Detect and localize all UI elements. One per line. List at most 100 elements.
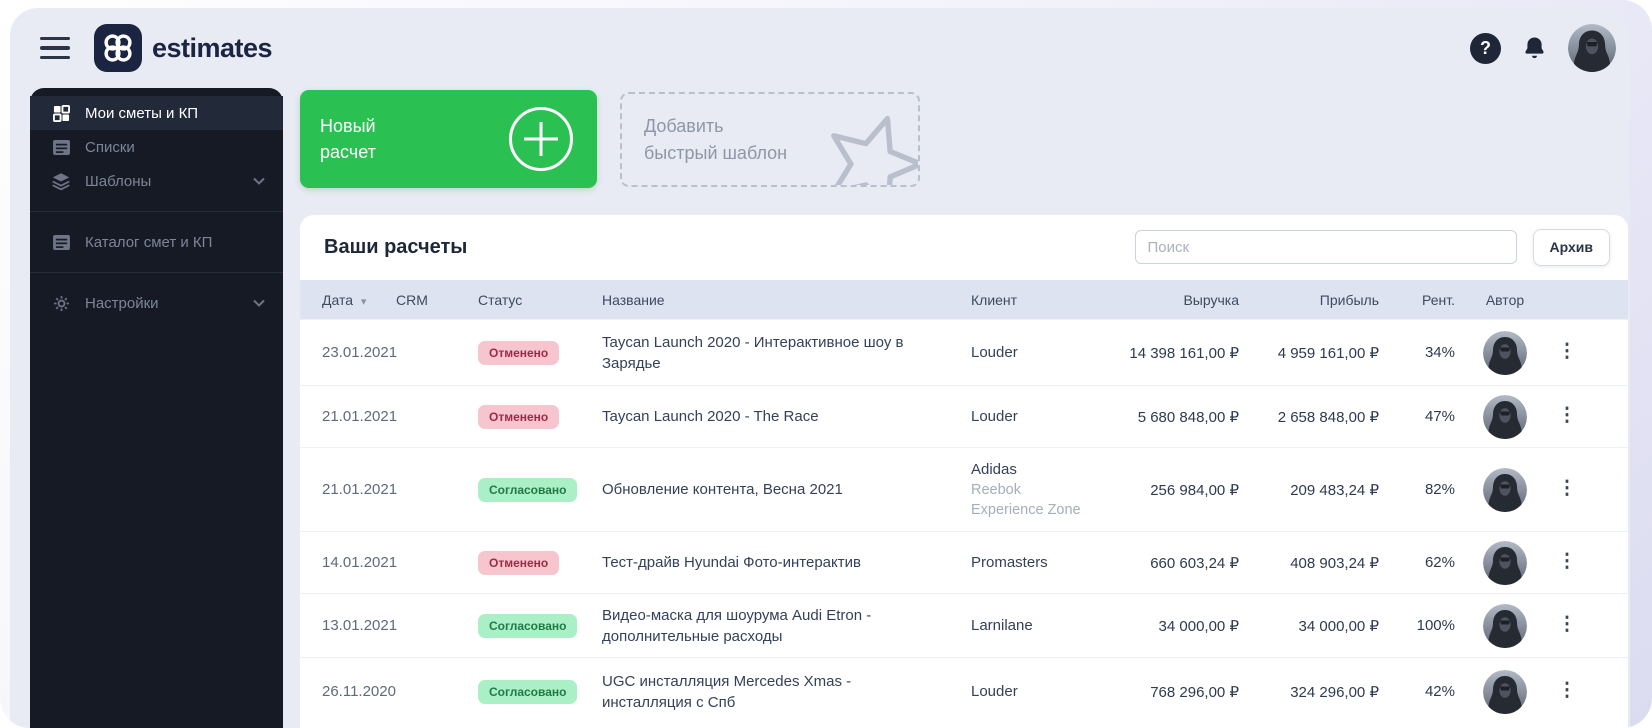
kebab-menu-icon[interactable]: ⋮	[1558, 478, 1577, 499]
row-profit: 324 296,00 ₽	[1247, 683, 1387, 701]
col-header-crm: CRM	[396, 292, 478, 308]
row-profit: 2 658 848,00 ₽	[1247, 408, 1387, 426]
sidebar-item-settings[interactable]: Настройки	[30, 286, 283, 320]
kebab-menu-icon[interactable]: ⋮	[1558, 680, 1577, 701]
row-rent: 62%	[1387, 554, 1463, 571]
col-header-client: Клиент	[947, 292, 1097, 308]
table-row[interactable]: 23.01.2021 Отменено Taycan Launch 2020 -…	[300, 319, 1628, 385]
sort-desc-icon: ▾	[361, 296, 367, 308]
row-profit: 209 483,24 ₽	[1247, 481, 1387, 499]
user-avatar[interactable]	[1568, 24, 1616, 72]
col-header-profit: Прибыль	[1247, 292, 1387, 308]
dashboard-grid-icon	[52, 105, 70, 122]
sidebar-item-label: Списки	[85, 139, 135, 156]
row-client: Larnilane	[947, 616, 1097, 636]
table-row[interactable]: 26.11.2020 Согласовано UGC инсталляция M…	[300, 657, 1628, 725]
status-badge: Согласовано	[478, 680, 577, 704]
row-revenue: 5 680 848,00 ₽	[1097, 408, 1247, 426]
status-badge: Отменено	[478, 405, 559, 429]
calculations-panel: Ваши расчеты Архив Дата ▾ CRM Статус Наз…	[300, 215, 1628, 728]
kebab-menu-icon[interactable]: ⋮	[1558, 341, 1577, 362]
table-header-row: Дата ▾ CRM Статус Название Клиент Выручк…	[300, 280, 1628, 319]
sidebar-item-templates[interactable]: Шаблоны	[30, 164, 283, 198]
sidebar-item-my-estimates[interactable]: Мои сметы и КП	[30, 96, 283, 130]
hamburger-icon[interactable]	[40, 37, 70, 59]
author-avatar	[1483, 604, 1527, 648]
sidebar: Мои сметы и КП Списки Шаблоны	[30, 88, 283, 728]
row-client: Louder	[947, 407, 1097, 427]
sidebar-item-label: Настройки	[85, 295, 159, 312]
row-date: 14.01.2021	[300, 554, 396, 571]
row-profit: 34 000,00 ₽	[1247, 617, 1387, 635]
add-template-label-line1: Добавить	[644, 113, 787, 140]
status-badge: Согласовано	[478, 478, 577, 502]
table-row[interactable]: 21.01.2021 Отменено Taycan Launch 2020 -…	[300, 385, 1628, 447]
row-rent: 47%	[1387, 408, 1463, 425]
row-date: 21.01.2021	[300, 481, 396, 498]
row-name: Обновление контента, Весна 2021	[602, 479, 947, 500]
col-header-date[interactable]: Дата ▾	[300, 292, 396, 308]
row-client: Louder	[947, 682, 1097, 702]
brand-logo-icon	[94, 24, 142, 72]
col-header-status: Статус	[478, 292, 602, 308]
app-window: estimates ?	[10, 8, 1630, 728]
add-template-label-line2: быстрый шаблон	[644, 140, 787, 167]
sidebar-item-catalog[interactable]: Каталог смет и КП	[30, 225, 283, 259]
row-revenue: 256 984,00 ₽	[1097, 481, 1247, 499]
row-revenue: 14 398 161,00 ₽	[1097, 344, 1247, 362]
layers-icon	[52, 173, 70, 190]
row-date: 23.01.2021	[300, 344, 396, 361]
table-row[interactable]: 14.01.2021 Отменено Тест-драйв Hyundai Ф…	[300, 531, 1628, 593]
new-calc-label-line1: Новый	[320, 113, 376, 139]
status-badge: Отменено	[478, 551, 559, 575]
status-badge: Отменено	[478, 341, 559, 365]
star-outline-icon	[814, 104, 920, 187]
screenshot-canvas: estimates ?	[0, 0, 1652, 728]
table-row[interactable]: 21.01.2021 Согласовано Обновление контен…	[300, 447, 1628, 531]
row-rent: 100%	[1387, 617, 1463, 634]
author-avatar	[1483, 541, 1527, 585]
row-revenue: 768 296,00 ₽	[1097, 683, 1247, 701]
row-name: Taycan Launch 2020 - Интерактивное шоу в…	[602, 332, 947, 374]
row-rent: 34%	[1387, 344, 1463, 361]
chevron-down-icon	[253, 177, 265, 185]
new-calc-label-line2: расчет	[320, 139, 376, 165]
sidebar-item-label: Мои сметы и КП	[85, 105, 198, 122]
bell-icon[interactable]	[1521, 35, 1548, 62]
row-rent: 42%	[1387, 683, 1463, 700]
col-header-name: Название	[602, 292, 947, 308]
kebab-menu-icon[interactable]: ⋮	[1558, 405, 1577, 426]
col-header-rent: Рент.	[1387, 292, 1463, 308]
col-header-revenue: Выручка	[1097, 292, 1247, 308]
brand-name: estimates	[152, 33, 272, 64]
new-calculation-button[interactable]: Новый расчет	[300, 90, 597, 188]
row-name: Видео-маска для шоурума Audi Etron - доп…	[602, 605, 947, 647]
sidebar-item-lists[interactable]: Списки	[30, 130, 283, 164]
table-row[interactable]: 13.01.2021 Согласовано Видео-маска для ш…	[300, 593, 1628, 657]
topbar: estimates ?	[10, 8, 1630, 88]
col-header-author: Автор	[1463, 292, 1547, 308]
sidebar-divider	[30, 272, 283, 273]
row-name: Тест-драйв Hyundai Фото-интерактив	[602, 552, 947, 573]
list-icon	[52, 140, 70, 155]
author-avatar	[1483, 331, 1527, 375]
chevron-down-icon	[253, 299, 265, 307]
row-date: 13.01.2021	[300, 617, 396, 634]
catalog-icon	[52, 235, 70, 250]
row-name: Taycan Launch 2020 - The Race	[602, 406, 947, 427]
kebab-menu-icon[interactable]: ⋮	[1558, 551, 1577, 572]
add-quick-template-button[interactable]: Добавить быстрый шаблон	[620, 92, 920, 187]
archive-button[interactable]: Архив	[1533, 229, 1610, 266]
plus-circle-icon	[509, 107, 573, 171]
help-icon[interactable]: ?	[1470, 33, 1501, 64]
author-avatar	[1483, 395, 1527, 439]
row-client: Promasters	[947, 553, 1097, 573]
kebab-menu-icon[interactable]: ⋮	[1558, 614, 1577, 635]
status-badge: Согласовано	[478, 614, 577, 638]
search-input[interactable]	[1135, 230, 1517, 264]
row-date: 26.11.2020	[300, 683, 396, 700]
sidebar-item-label: Шаблоны	[85, 173, 151, 190]
row-revenue: 660 603,24 ₽	[1097, 554, 1247, 572]
panel-title: Ваши расчеты	[324, 236, 467, 259]
author-avatar	[1483, 670, 1527, 714]
